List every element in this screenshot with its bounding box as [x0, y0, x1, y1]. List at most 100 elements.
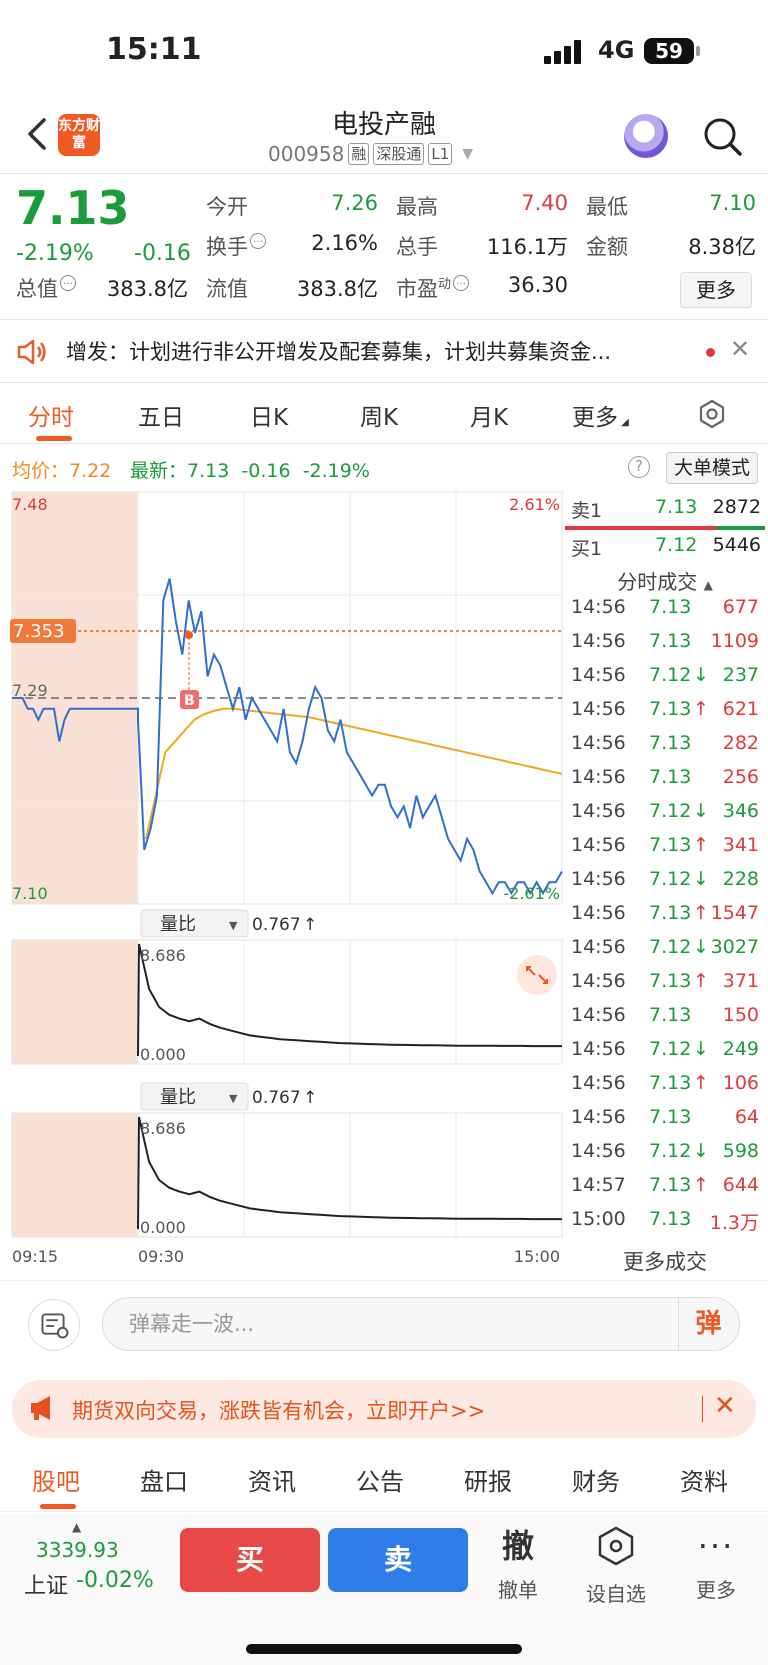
trade-price: 7.12: [649, 936, 692, 958]
more-button[interactable]: ··· 更多: [676, 1524, 756, 1603]
chart-info-row: 均价：7.22 最新：7.13 -0.16 -2.19% ? 大单模式: [0, 450, 768, 486]
tab-monthly-k[interactable]: 月K: [470, 398, 508, 432]
amount-label: 金额: [586, 235, 628, 259]
add-watchlist-button[interactable]: 设自选: [576, 1524, 656, 1607]
ind1-tick-top: 8.686: [140, 946, 186, 965]
danmaku-send-button[interactable]: 弹: [678, 1298, 738, 1350]
trades-title[interactable]: 分时成交 ▲: [565, 566, 765, 595]
trade-time: 14:56: [571, 834, 626, 856]
index-name: 上证: [24, 1574, 69, 1599]
trade-direction-icon: ↓: [693, 868, 709, 890]
trade-price: 7.12: [649, 664, 692, 686]
tab-profile[interactable]: 资料: [680, 1462, 728, 1497]
info-icon[interactable]: …: [453, 275, 470, 291]
quote-panel: 7.13 -2.19% -0.16 今开 7.26 最高 7.40 最低 7.1…: [0, 175, 768, 320]
trade-price: 7.13: [649, 766, 692, 788]
dropdown-caret-icon[interactable]: ▼: [462, 146, 473, 162]
ad-banner[interactable]: 期货双向交易，涨跌皆有机会，立即开户>> ✕: [12, 1380, 756, 1438]
pe-sup: 动: [438, 277, 452, 292]
trade-time: 14:57: [571, 1174, 626, 1196]
indicator2-arrow-icon: ↑: [303, 1088, 317, 1108]
open-label: 今开: [206, 195, 248, 219]
cancel-icon: 撤: [501, 1527, 534, 1565]
indicator1-label: 量比: [160, 914, 196, 935]
trade-volume: 64: [734, 1106, 759, 1128]
caret-icon: ◢: [618, 417, 629, 428]
tab-finance[interactable]: 财务: [572, 1462, 620, 1497]
assistant-robot-icon[interactable]: [624, 114, 668, 158]
tab-news[interactable]: 资讯: [248, 1462, 296, 1497]
trade-direction-icon: ↑: [693, 1174, 709, 1196]
danmaku-settings-icon[interactable]: [28, 1299, 80, 1351]
mktcap-label[interactable]: 总值…: [16, 273, 76, 303]
float-label: 流值: [206, 277, 248, 301]
tab-intraday[interactable]: 分时: [28, 398, 74, 432]
tab-forum[interactable]: 股吧: [32, 1462, 80, 1497]
buy1-row: 买1 7.12 5446: [571, 534, 761, 560]
tab-more[interactable]: 更多 ◢: [572, 398, 629, 432]
tab-announcements[interactable]: 公告: [356, 1462, 404, 1497]
marked-price-text: 7.353: [13, 621, 65, 642]
trade-volume: 598: [722, 1140, 759, 1162]
turnover-label[interactable]: 换手…: [206, 231, 266, 261]
trade-volume: 228: [722, 868, 759, 890]
tab-five-day[interactable]: 五日: [138, 398, 184, 432]
turnover-value: 2.16%: [311, 231, 378, 255]
trade-volume: 256: [722, 766, 759, 788]
megaphone-icon: [31, 1396, 50, 1420]
trade-row: 15:00 7.13 1.3万: [565, 1206, 765, 1238]
trade-row: 14:56 7.12 ↓ 237: [565, 662, 765, 694]
latest-price-info: 最新：7.13 -0.16 -2.19%: [130, 460, 370, 482]
trade-time: 14:56: [571, 664, 626, 686]
ind1-shade: [12, 940, 138, 1064]
change-percent: -2.19%: [16, 241, 94, 266]
buy-button[interactable]: 买: [180, 1528, 320, 1592]
tab-orderbook[interactable]: 盘口: [140, 1462, 188, 1497]
info-icon[interactable]: …: [60, 275, 76, 291]
pe-label[interactable]: 市盈动…: [396, 273, 470, 303]
trade-volume: 106: [722, 1072, 759, 1094]
intraday-chart[interactable]: B 7.353 7.48 7.29 7.10 2.61% -2.61% 量比 ▼…: [0, 488, 565, 1278]
big-order-mode-button[interactable]: 大单模式: [666, 452, 758, 484]
trade-time: 14:56: [571, 698, 626, 720]
caret-up-icon: ▲: [72, 1520, 82, 1534]
trade-price: 7.13: [649, 834, 692, 856]
buy-marker-label: B: [184, 693, 195, 709]
stock-subtitle[interactable]: 000958 融 深股通 L1 ▼: [268, 142, 473, 166]
tab-daily-k[interactable]: 日K: [250, 398, 288, 432]
help-icon[interactable]: ?: [628, 456, 650, 478]
notice-bar[interactable]: 增发：计划进行非公开增发及配套募集，计划共募集资金... ✕: [0, 321, 768, 383]
trade-row: 14:57 7.13 ↑ 644: [565, 1172, 765, 1204]
danmaku-input[interactable]: 弹幕走一波...: [102, 1297, 740, 1351]
cancel-order-button[interactable]: 撤 撤单: [478, 1524, 558, 1603]
mktcap-value: 383.8亿: [106, 277, 188, 301]
trade-direction-icon: ↑: [693, 1072, 709, 1094]
trade-direction-icon: ↓: [693, 1140, 709, 1162]
stock-header: 东方财富 电投产融 000958 融 深股通 L1 ▼: [0, 100, 768, 174]
tag-margin: 融: [348, 143, 370, 165]
tab-weekly-k[interactable]: 周K: [360, 398, 398, 432]
trade-price: 7.12: [649, 868, 692, 890]
volume-label: 总手: [396, 235, 438, 259]
search-icon[interactable]: [700, 114, 744, 158]
trade-direction-icon: ↓: [693, 664, 709, 686]
indicator1-value: 0.767: [252, 915, 301, 935]
period-tabs: 分时 五日 日K 周K 月K 更多 ◢: [0, 384, 768, 444]
indicator1-arrow-icon: ↑: [303, 915, 317, 935]
sell-button[interactable]: 卖: [328, 1528, 468, 1592]
indicator2-label: 量比: [160, 1087, 196, 1108]
gear-icon[interactable]: [696, 398, 728, 430]
sort-caret-icon: ▲: [703, 578, 713, 592]
more-quote-button[interactable]: 更多: [680, 272, 752, 308]
trade-price: 7.13: [649, 630, 692, 652]
expand-button[interactable]: [517, 955, 557, 995]
trade-price: 7.13: [649, 970, 692, 992]
info-icon[interactable]: …: [250, 233, 266, 249]
speaker-icon: [17, 339, 46, 365]
close-icon[interactable]: ✕: [730, 335, 750, 363]
more-trades-button[interactable]: 更多成交: [565, 1246, 765, 1276]
close-icon[interactable]: ✕: [714, 1391, 736, 1421]
network-type: 4G: [598, 36, 635, 64]
tab-research[interactable]: 研报: [464, 1462, 512, 1497]
trade-volume: 341: [722, 834, 759, 856]
